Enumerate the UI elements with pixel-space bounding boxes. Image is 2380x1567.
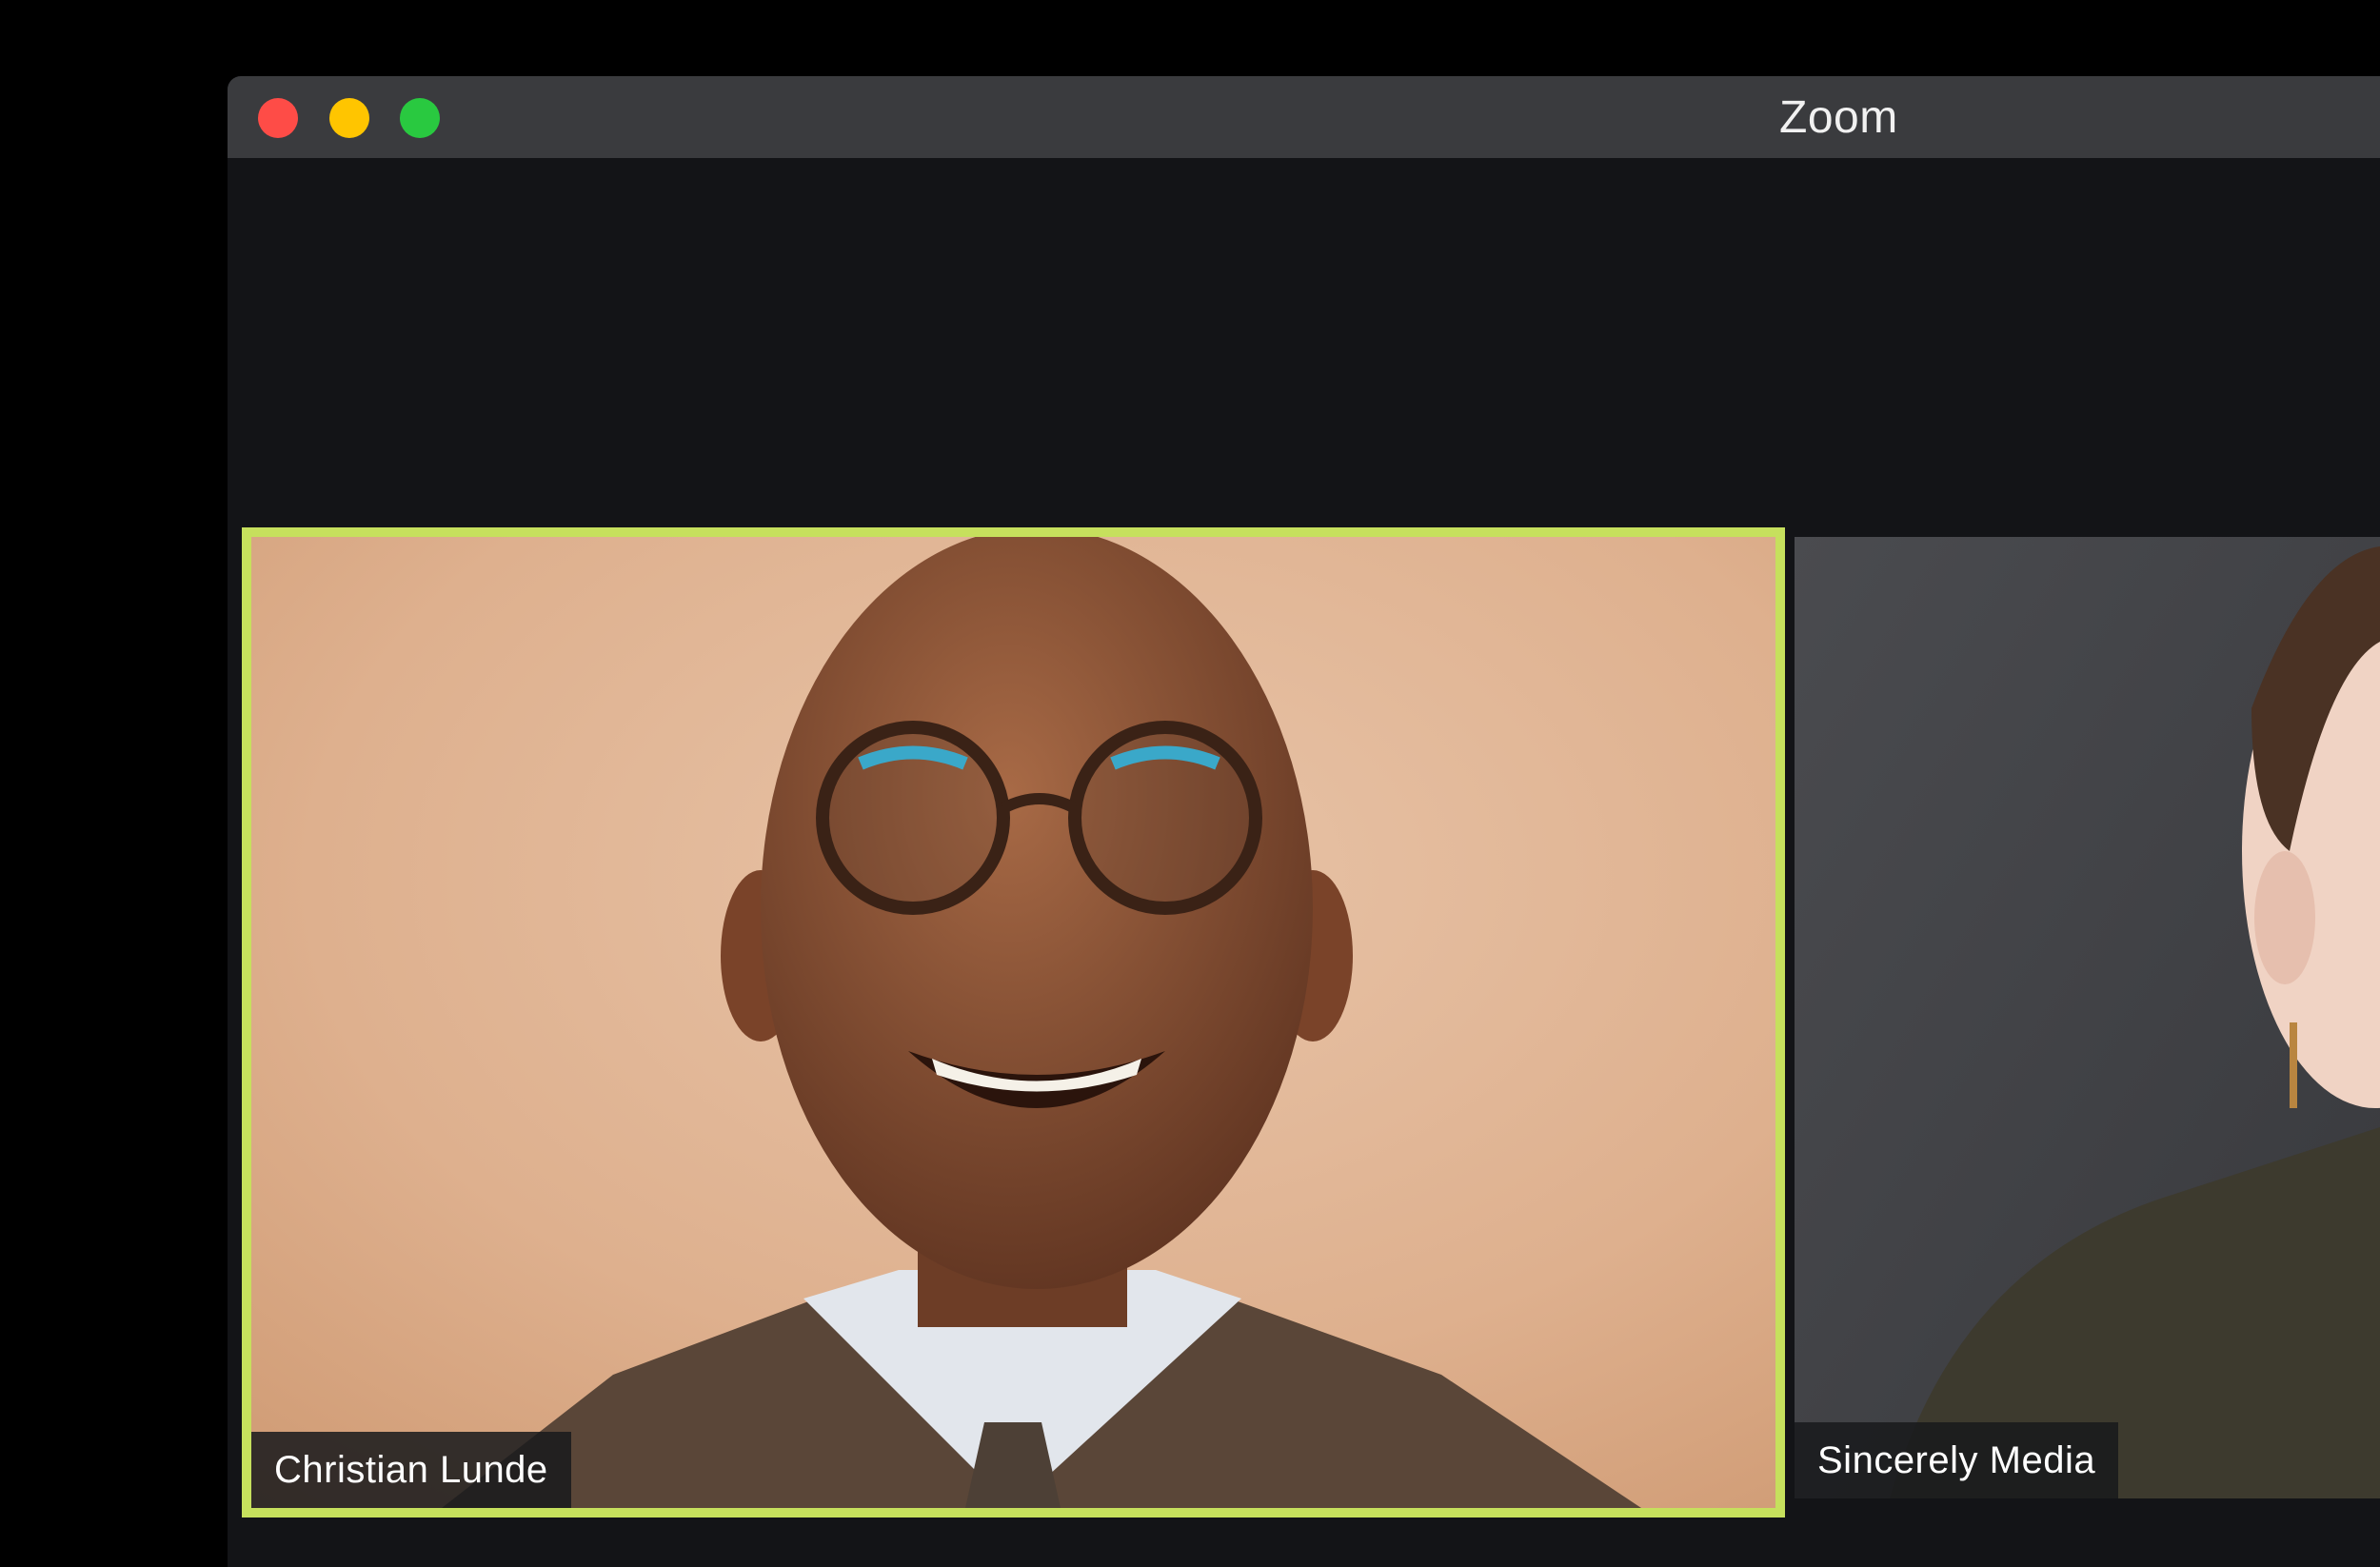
video-tile-active-speaker[interactable]: Christian Lunde (242, 527, 1785, 1517)
video-tile-participant[interactable]: Sincerely Media (1795, 537, 2380, 1498)
zoom-window-button[interactable] (400, 98, 440, 138)
close-window-button[interactable] (258, 98, 298, 138)
participant-name-label: Christian Lunde (251, 1432, 571, 1508)
participant-video (251, 537, 1775, 1508)
window-title: Zoom (1779, 92, 1898, 143)
participant-video (1795, 537, 2380, 1498)
title-bar[interactable]: Zoom (228, 76, 2380, 158)
zoom-window: Zoom Christian Lunde Sincerely Media (228, 76, 2380, 1567)
participant-name-label: Sincerely Media (1795, 1422, 2119, 1498)
minimize-window-button[interactable] (329, 98, 369, 138)
